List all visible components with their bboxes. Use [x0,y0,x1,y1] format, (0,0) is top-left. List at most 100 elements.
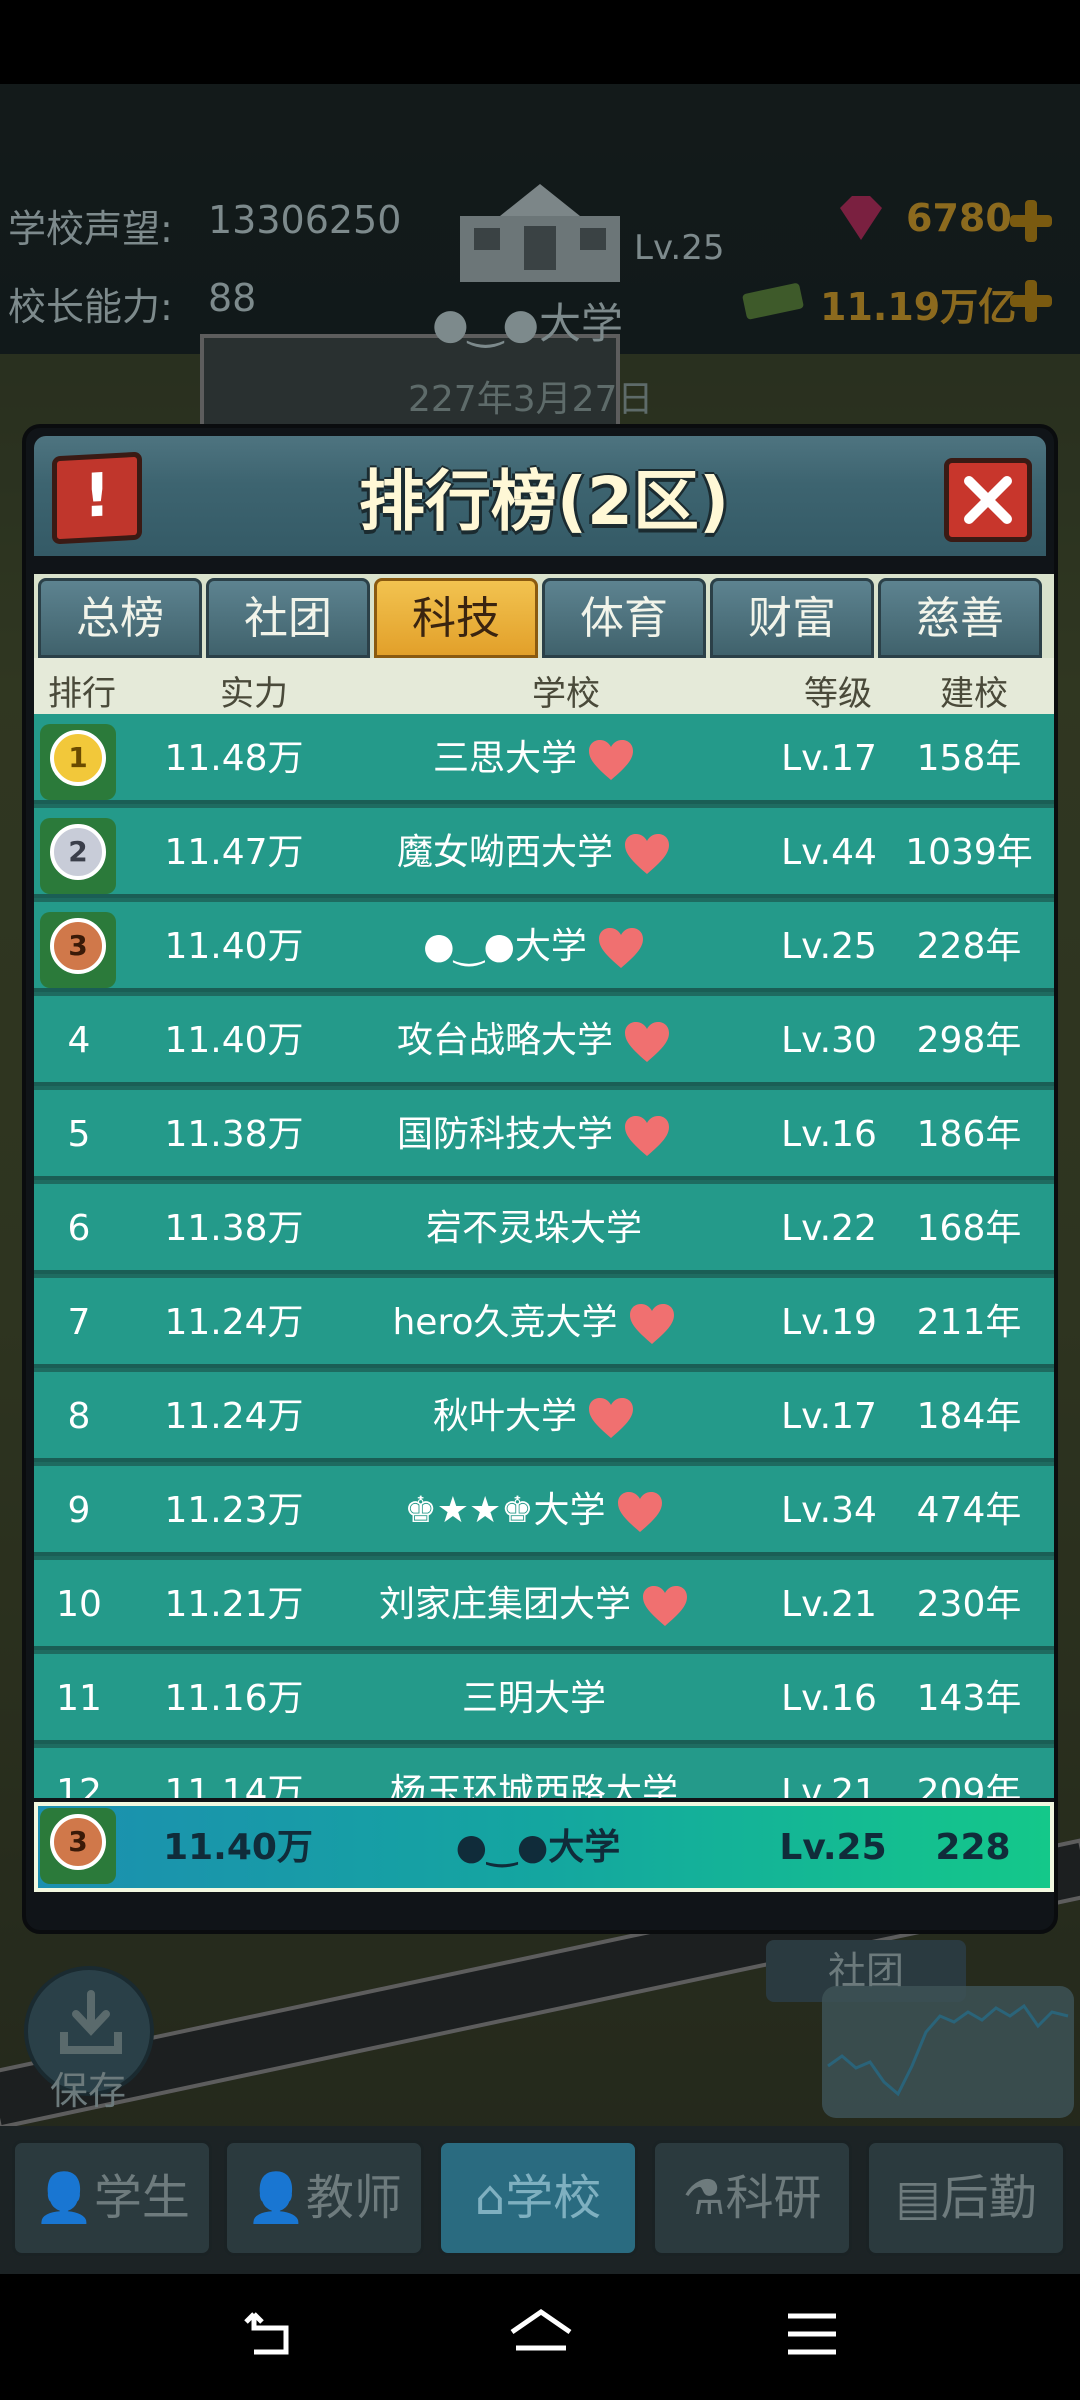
rank-number: 11 [56,1678,102,1719]
nav-students[interactable]: 👤学生 [12,2140,212,2256]
school-cell: ●‿●大学 [314,902,754,992]
heart-icon[interactable] [628,1302,676,1346]
back-icon[interactable] [240,2304,300,2364]
power-value: 11.48万 [164,738,304,779]
table-row[interactable]: 8 11.24万 秋叶大学 Lv.17 184年 [34,1372,1054,1462]
table-row[interactable]: 2 11.47万 魔女呦西大学 Lv.44 1039年 [34,808,1054,898]
level-value: Lv.16 [781,1678,877,1719]
founded-years: 228年 [916,926,1022,967]
nav-logistics[interactable]: ▤后勤 [866,2140,1066,2256]
my-school-row[interactable]: 3 11.40万 ●‿●大学 Lv.25 228 [34,1802,1054,1892]
column-headers: 排行 实力 学校 等级 建校 [34,658,1054,714]
heart-icon[interactable] [623,1020,671,1064]
founded-years: 1039年 [905,832,1033,873]
founded-years: 209年 [916,1772,1022,1798]
school-name: 三明大学 [461,1678,606,1719]
ranking-modal: 排行榜(2区) ! 总榜 社团 科技 体育 财富 慈善 排行 实力 学校 等级 … [22,424,1058,1934]
rank-number: 6 [67,1208,91,1249]
nav-teachers[interactable]: 👤教师 [224,2140,424,2256]
game-date: 227年3月27日 [408,379,654,420]
table-row[interactable]: 3 11.40万 ●‿●大学 Lv.25 228年 [34,902,1054,992]
menu-icon[interactable] [784,2304,840,2364]
school-name: ●‿●大学 [423,926,587,967]
school-name: ●‿●大学 [432,299,624,348]
home-icon[interactable] [506,2304,576,2364]
heart-icon[interactable] [597,926,645,970]
school-cell: 秋叶大学 [314,1372,754,1462]
my-founded: 228 [935,1827,1011,1868]
trend-chart[interactable] [822,1986,1074,2118]
school-name: 国防科技大学 [396,1114,613,1155]
table-row[interactable]: 12 11.14万 杨玉环城西路大学 Lv.21 209年 [34,1748,1054,1798]
founded-years: 230年 [916,1584,1022,1625]
school-name: 杨玉环城西路大学 [389,1772,678,1798]
table-row[interactable]: 11 11.16万 三明大学 Lv.16 143年 [34,1654,1054,1744]
rank-number: 3 [50,918,106,974]
founded-years: 143年 [916,1678,1022,1719]
ranking-list[interactable]: 1 11.48万 三思大学 Lv.17 158年 2 11.47万 魔女呦西大学 Lv.44 10… [34,714,1054,1798]
level-value: Lv.25 [781,926,877,967]
rank-number: 1 [50,730,106,786]
add-money-button[interactable] [1008,278,1054,324]
medal-icon: 1 [40,724,116,800]
heart-icon[interactable] [641,1584,689,1628]
school-name: 攻台战略大学 [396,1020,613,1061]
heart-icon[interactable] [587,1396,635,1440]
add-gems-button[interactable] [1008,198,1054,244]
nav-label: 后勤 [940,2170,1037,2226]
school-cell: 杨玉环城西路大学 [314,1748,754,1798]
school-cell: ♚★★♚大学 [314,1466,754,1556]
heart-icon[interactable] [616,1490,664,1534]
col-founded: 建校 [940,674,1008,714]
ability-label: 校长能力: [8,285,173,329]
school-name: 秋叶大学 [432,1396,577,1437]
rank-number: 4 [67,1020,91,1061]
tab-overall[interactable]: 总榜 [38,578,202,658]
table-row[interactable]: 1 11.48万 三思大学 Lv.17 158年 [34,714,1054,804]
table-row[interactable]: 6 11.38万 宕不灵垛大学 Lv.22 168年 [34,1184,1054,1274]
tab-wealth[interactable]: 财富 [710,578,874,658]
level-value: Lv.22 [781,1208,877,1249]
school-building-icon[interactable] [450,176,630,286]
tab-sports[interactable]: 体育 [542,578,706,658]
power-value: 11.16万 [164,1678,304,1719]
school-icon: ⌂ [474,2170,506,2226]
nav-label: 学生 [93,2170,190,2226]
nav-research[interactable]: ⚗科研 [652,2140,852,2256]
school-cell: 三思大学 [314,714,754,804]
tab-charity[interactable]: 慈善 [878,578,1042,658]
school-name: 刘家庄集团大学 [378,1584,631,1625]
heart-icon[interactable] [623,832,671,876]
power-value: 11.23万 [164,1490,304,1531]
school-name: 魔女呦西大学 [396,832,613,873]
tab-technology[interactable]: 科技 [374,578,538,658]
school-name: 三思大学 [432,738,577,779]
nav-school[interactable]: ⌂学校 [438,2140,638,2256]
heart-icon[interactable] [623,1114,671,1158]
my-rank: 3 [50,1814,106,1870]
my-power: 11.40万 [163,1827,313,1868]
medal-icon: 2 [40,818,116,894]
alert-button[interactable]: ! [52,451,142,545]
flask-icon: ⚗ [682,2170,726,2226]
heart-icon[interactable] [587,738,635,782]
ability-value: 88 [208,276,257,320]
school-name: hero久竞大学 [392,1302,618,1343]
table-row[interactable]: 9 11.23万 ♚★★♚大学 Lv.34 474年 [34,1466,1054,1556]
table-row[interactable]: 5 11.38万 国防科技大学 Lv.16 186年 [34,1090,1054,1180]
founded-years: 186年 [916,1114,1022,1155]
rank-number: 8 [67,1396,91,1437]
table-row[interactable]: 4 11.40万 攻台战略大学 Lv.30 298年 [34,996,1054,1086]
system-nav-bar [0,2274,1080,2400]
tab-club[interactable]: 社团 [206,578,370,658]
power-value: 11.21万 [164,1584,304,1625]
table-row[interactable]: 10 11.21万 刘家庄集团大学 Lv.21 230年 [34,1560,1054,1650]
power-value: 11.40万 [164,926,304,967]
rank-number: 10 [56,1584,102,1625]
power-value: 11.40万 [164,1020,304,1061]
power-value: 11.24万 [164,1396,304,1437]
table-row[interactable]: 7 11.24万 hero久竞大学 Lv.19 211年 [34,1278,1054,1368]
download-icon [60,1990,122,2054]
close-button[interactable] [944,458,1032,542]
level-value: Lv.30 [781,1020,877,1061]
